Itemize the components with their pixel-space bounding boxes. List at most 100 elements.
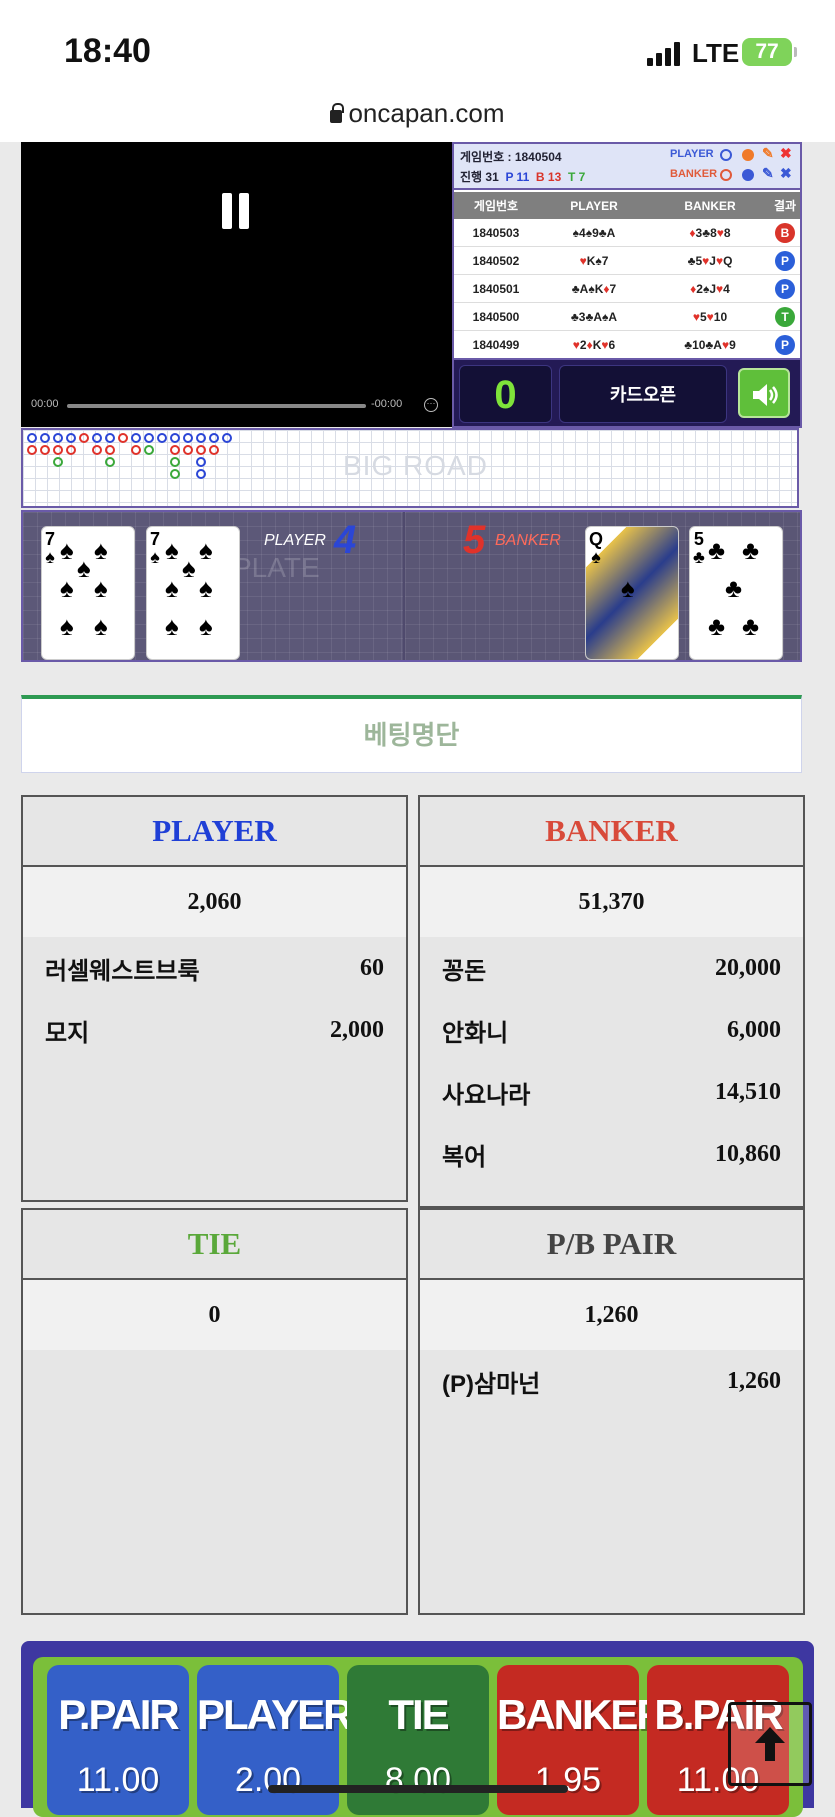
bettor-row: 러셀웨스트브룩 60 bbox=[23, 937, 406, 999]
bettor-row: 복어 10,860 bbox=[420, 1123, 803, 1185]
road-marker bbox=[27, 445, 37, 455]
network-type: LTE bbox=[692, 38, 740, 68]
road-marker bbox=[131, 433, 141, 443]
pair-panel: P/B PAIR 1,260 (P)삼마넌 1,260 bbox=[418, 1208, 805, 1615]
road-marker bbox=[170, 433, 180, 443]
player-label: PLAYER bbox=[264, 532, 326, 549]
bet-amount: 14,510 bbox=[715, 1078, 781, 1105]
player-score: 4 bbox=[334, 518, 357, 562]
battery-icon: 77 bbox=[742, 38, 797, 66]
suit-pip: ♠ bbox=[199, 573, 213, 603]
road-marker bbox=[79, 433, 89, 443]
playing-card: 7 ♠ ♠ ♠ ♠ ♠ ♠ ♠ ♠ bbox=[41, 526, 135, 660]
bettor-name: 모지 bbox=[45, 1019, 90, 1047]
suit-pip: ♠ bbox=[60, 611, 74, 641]
suit-pip: ♣ bbox=[708, 611, 726, 641]
ring-icon bbox=[720, 149, 732, 161]
banker-panel: BANKER 51,370 꽁돈 20,000 안화니 6,000 사요나라 14,510… bbox=[418, 795, 805, 1208]
card-table: PLATE PLAYER 4 5 BANKER 7 ♠ ♠ ♠ ♠ ♠ ♠ ♠ ♠ 7 ♠ ♠ ♠ ♠ ♠ ♠… bbox=[21, 510, 802, 662]
history-table: 게임번호 PLAYER BANKER 결과 1840503 ♠4♠9♣A ♦3♣… bbox=[454, 192, 800, 359]
pause-icon[interactable] bbox=[222, 193, 252, 229]
road-marker bbox=[170, 445, 180, 455]
road-marker bbox=[27, 433, 37, 443]
home-indicator bbox=[268, 1785, 568, 1793]
game-header: 게임번호 : 1840504 진행 31 P 11 B 13 T 7 PLAYE… bbox=[454, 144, 800, 190]
panel-total: 1,260 bbox=[420, 1280, 803, 1350]
road-marker bbox=[105, 457, 115, 467]
suit-pip: ♠ bbox=[182, 553, 196, 583]
bet-amount: 1,260 bbox=[727, 1367, 781, 1394]
bettor-name: 안화니 bbox=[442, 1019, 509, 1047]
road-marker bbox=[105, 445, 115, 455]
panel-title: BANKER bbox=[420, 797, 803, 867]
road-marker bbox=[131, 445, 141, 455]
suit-pip: ♠ bbox=[199, 535, 213, 565]
banker-legend: BANKER bbox=[670, 168, 718, 180]
counter-display: 0 bbox=[459, 365, 552, 423]
result-badge: T bbox=[775, 306, 795, 327]
table-row: 1840500 ♣3♣A♠A ♥5♥10 T bbox=[454, 303, 800, 331]
suit-pip: ♠ bbox=[94, 573, 108, 603]
bettor-row: 안화니 6,000 bbox=[420, 999, 803, 1061]
banker-score: 5 bbox=[463, 518, 486, 562]
playing-card: 5 ♣ ♣ ♣ ♣ ♣ ♣ bbox=[689, 526, 783, 660]
video-scrubber[interactable] bbox=[67, 404, 366, 408]
road-marker bbox=[53, 445, 63, 455]
road-marker bbox=[92, 433, 102, 443]
suit-pip: ♠ bbox=[60, 535, 74, 565]
road-marker bbox=[183, 433, 193, 443]
suit-pip: ♠ bbox=[199, 611, 213, 641]
cross-icon: ✖ bbox=[780, 145, 792, 161]
ring-icon bbox=[720, 169, 732, 181]
road-marker bbox=[183, 445, 193, 455]
suit-pip: ♠ bbox=[60, 573, 74, 603]
big-road-label: BIG ROAD bbox=[343, 450, 488, 481]
road-marker bbox=[105, 433, 115, 443]
panel-total: 0 bbox=[23, 1280, 406, 1350]
suit-pip: ♠ bbox=[77, 553, 91, 583]
bet-amount: 10,860 bbox=[715, 1140, 781, 1167]
road-marker bbox=[53, 433, 63, 443]
bet-amount: 20,000 bbox=[715, 954, 781, 981]
bet-amount: 6,000 bbox=[727, 1016, 781, 1043]
road-marker bbox=[170, 469, 180, 479]
cross-icon: ✖ bbox=[780, 165, 792, 181]
bet-buttons-bar: P.PAIR 11.00 PLAYER 2.00 TIE 8.00 BANKER 1.95 B.… bbox=[21, 1641, 814, 1817]
bettor-name: 꽁돈 bbox=[442, 957, 487, 985]
road-marker bbox=[170, 457, 180, 467]
card-open-button[interactable]: 카드오픈 bbox=[559, 365, 727, 423]
suit-pip: ♠ bbox=[94, 535, 108, 565]
player-legend: PLAYER bbox=[670, 148, 714, 160]
panel-title: TIE bbox=[23, 1210, 406, 1280]
big-road: BIG ROAD bbox=[21, 428, 799, 508]
bettor-row: 모지 2,000 bbox=[23, 999, 406, 1061]
tie-panel: TIE 0 bbox=[21, 1208, 408, 1615]
road-marker bbox=[40, 433, 50, 443]
control-bar: 0 카드오픈 bbox=[452, 358, 802, 428]
road-marker bbox=[196, 433, 206, 443]
suit-pip: ♠ bbox=[94, 611, 108, 641]
address-bar[interactable]: oncapan.com bbox=[0, 98, 835, 129]
bet-p-pair-button[interactable]: P.PAIR 11.00 bbox=[47, 1665, 189, 1815]
banker-label: BANKER bbox=[495, 532, 561, 549]
bettor-name: 복어 bbox=[442, 1143, 487, 1171]
speaker-icon[interactable] bbox=[738, 368, 790, 418]
video-elapsed: 00:00 bbox=[31, 398, 59, 410]
road-marker bbox=[144, 433, 154, 443]
url-text: oncapan.com bbox=[348, 98, 505, 128]
result-badge: P bbox=[775, 250, 795, 271]
road-marker bbox=[209, 445, 219, 455]
road-marker bbox=[209, 433, 219, 443]
road-marker bbox=[92, 445, 102, 455]
video-player[interactable] bbox=[21, 142, 452, 427]
result-badge: P bbox=[775, 278, 795, 299]
suit-pip: ♣ bbox=[708, 535, 726, 565]
scroll-to-top-button[interactable] bbox=[728, 1702, 812, 1786]
more-icon[interactable]: ··· bbox=[424, 398, 438, 412]
bettor-row: 꽁돈 20,000 bbox=[420, 937, 803, 999]
dot-icon bbox=[742, 169, 754, 181]
playing-card: Q ♠ ♠ bbox=[585, 526, 679, 660]
suit-pip: ♠ bbox=[621, 573, 635, 603]
suit-pip: ♠ bbox=[165, 573, 179, 603]
video-remaining: -00:00 bbox=[371, 398, 403, 410]
